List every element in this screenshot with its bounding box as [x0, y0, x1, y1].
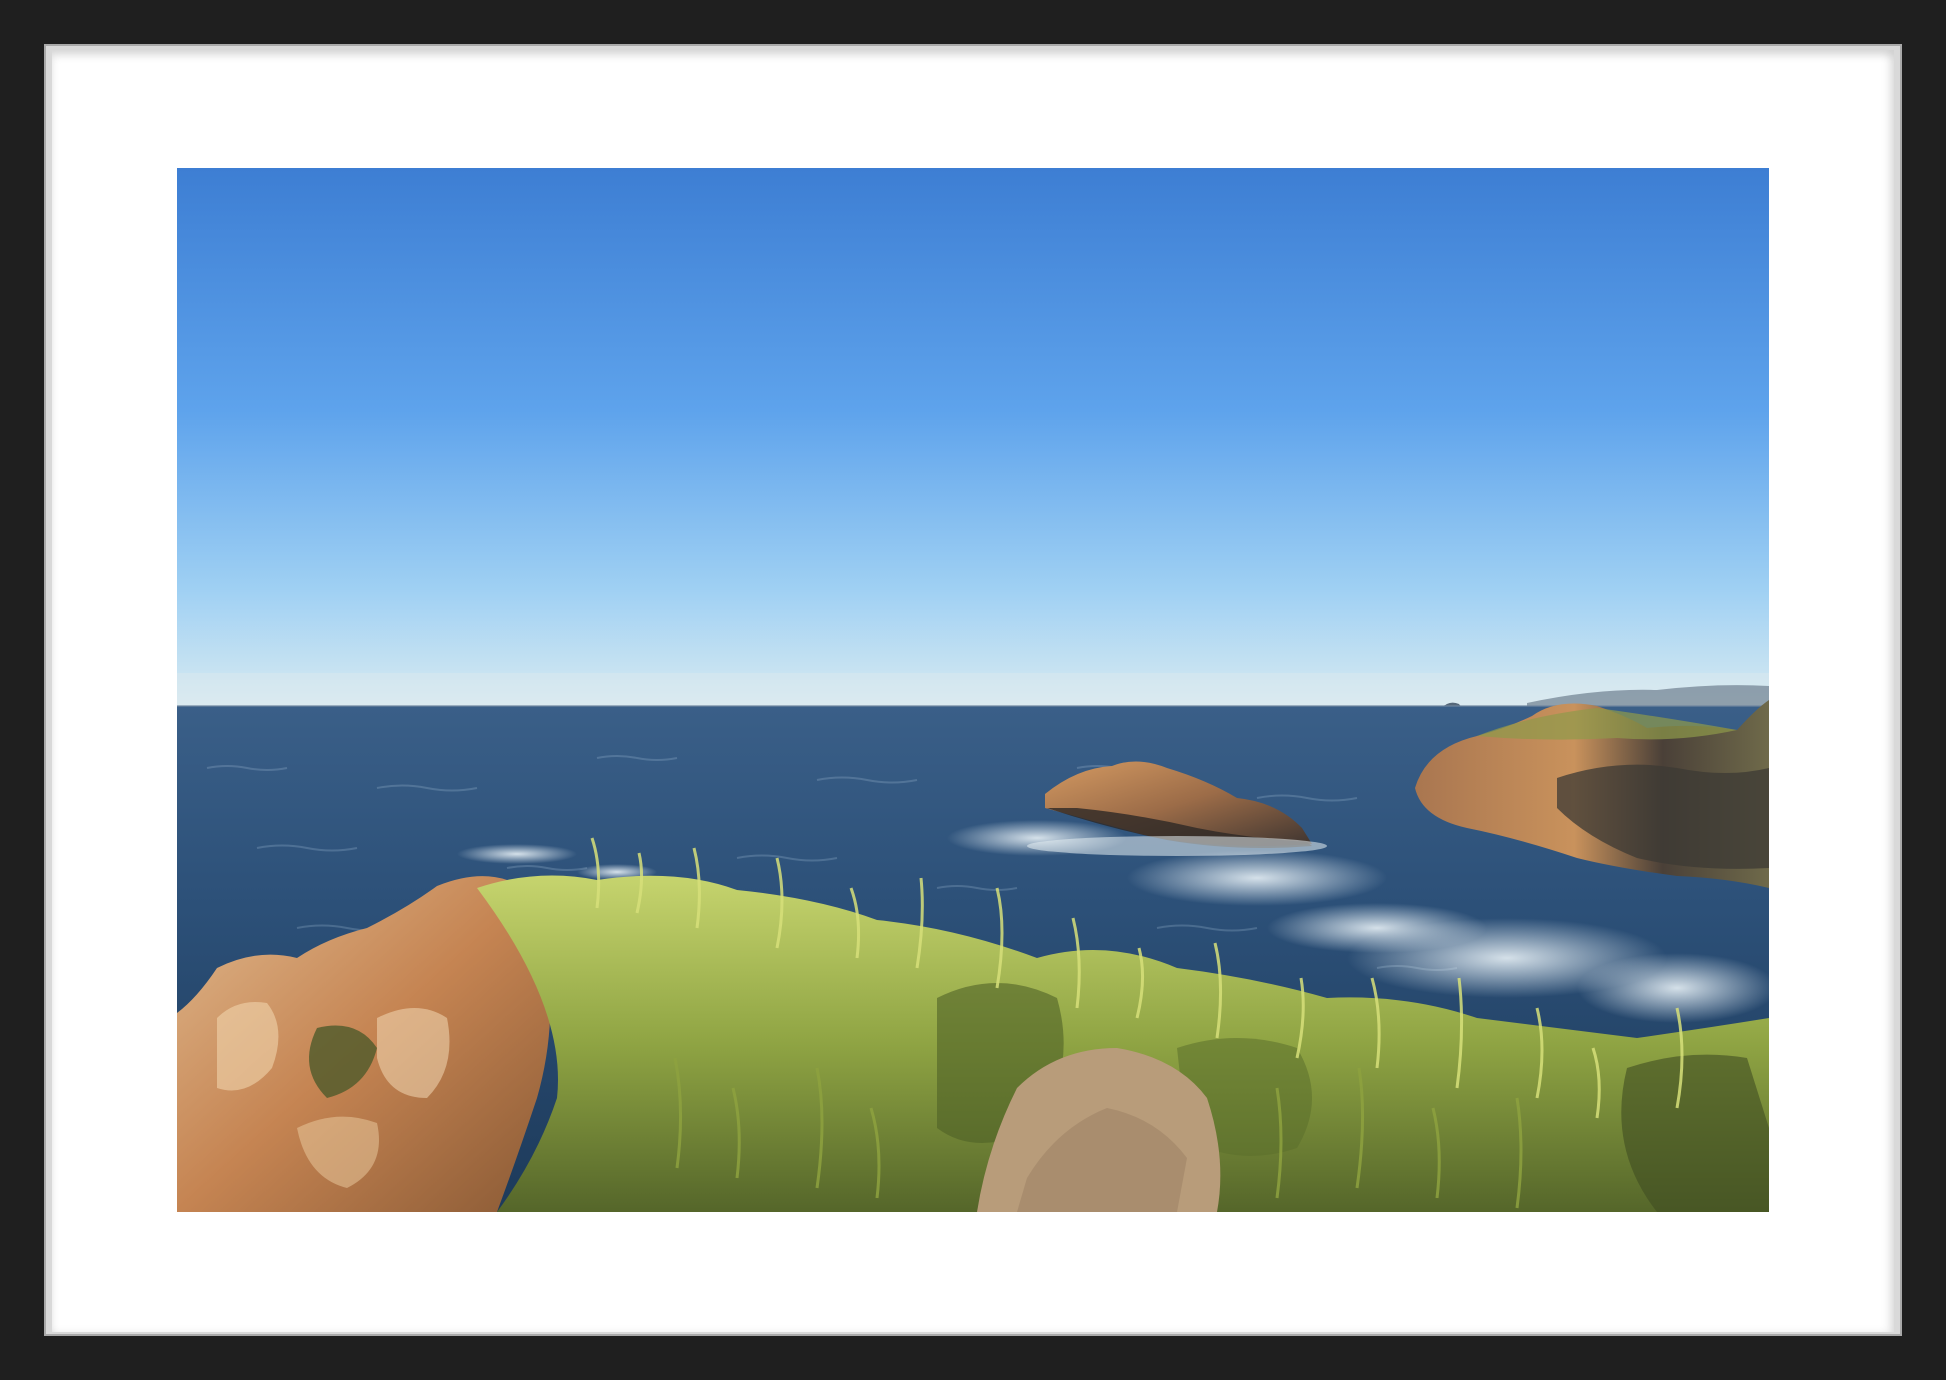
rock-foam — [1027, 836, 1327, 856]
dark-vegetation — [1621, 1054, 1769, 1212]
seascape-photo — [177, 168, 1769, 1212]
seascape-illustration — [177, 168, 1769, 1212]
surf-patch — [457, 844, 577, 864]
surf-patch — [1267, 903, 1487, 953]
surf-patch — [1127, 850, 1387, 906]
sky — [177, 168, 1769, 708]
picture-frame — [0, 0, 1946, 1380]
surf-patch — [1577, 953, 1769, 1023]
